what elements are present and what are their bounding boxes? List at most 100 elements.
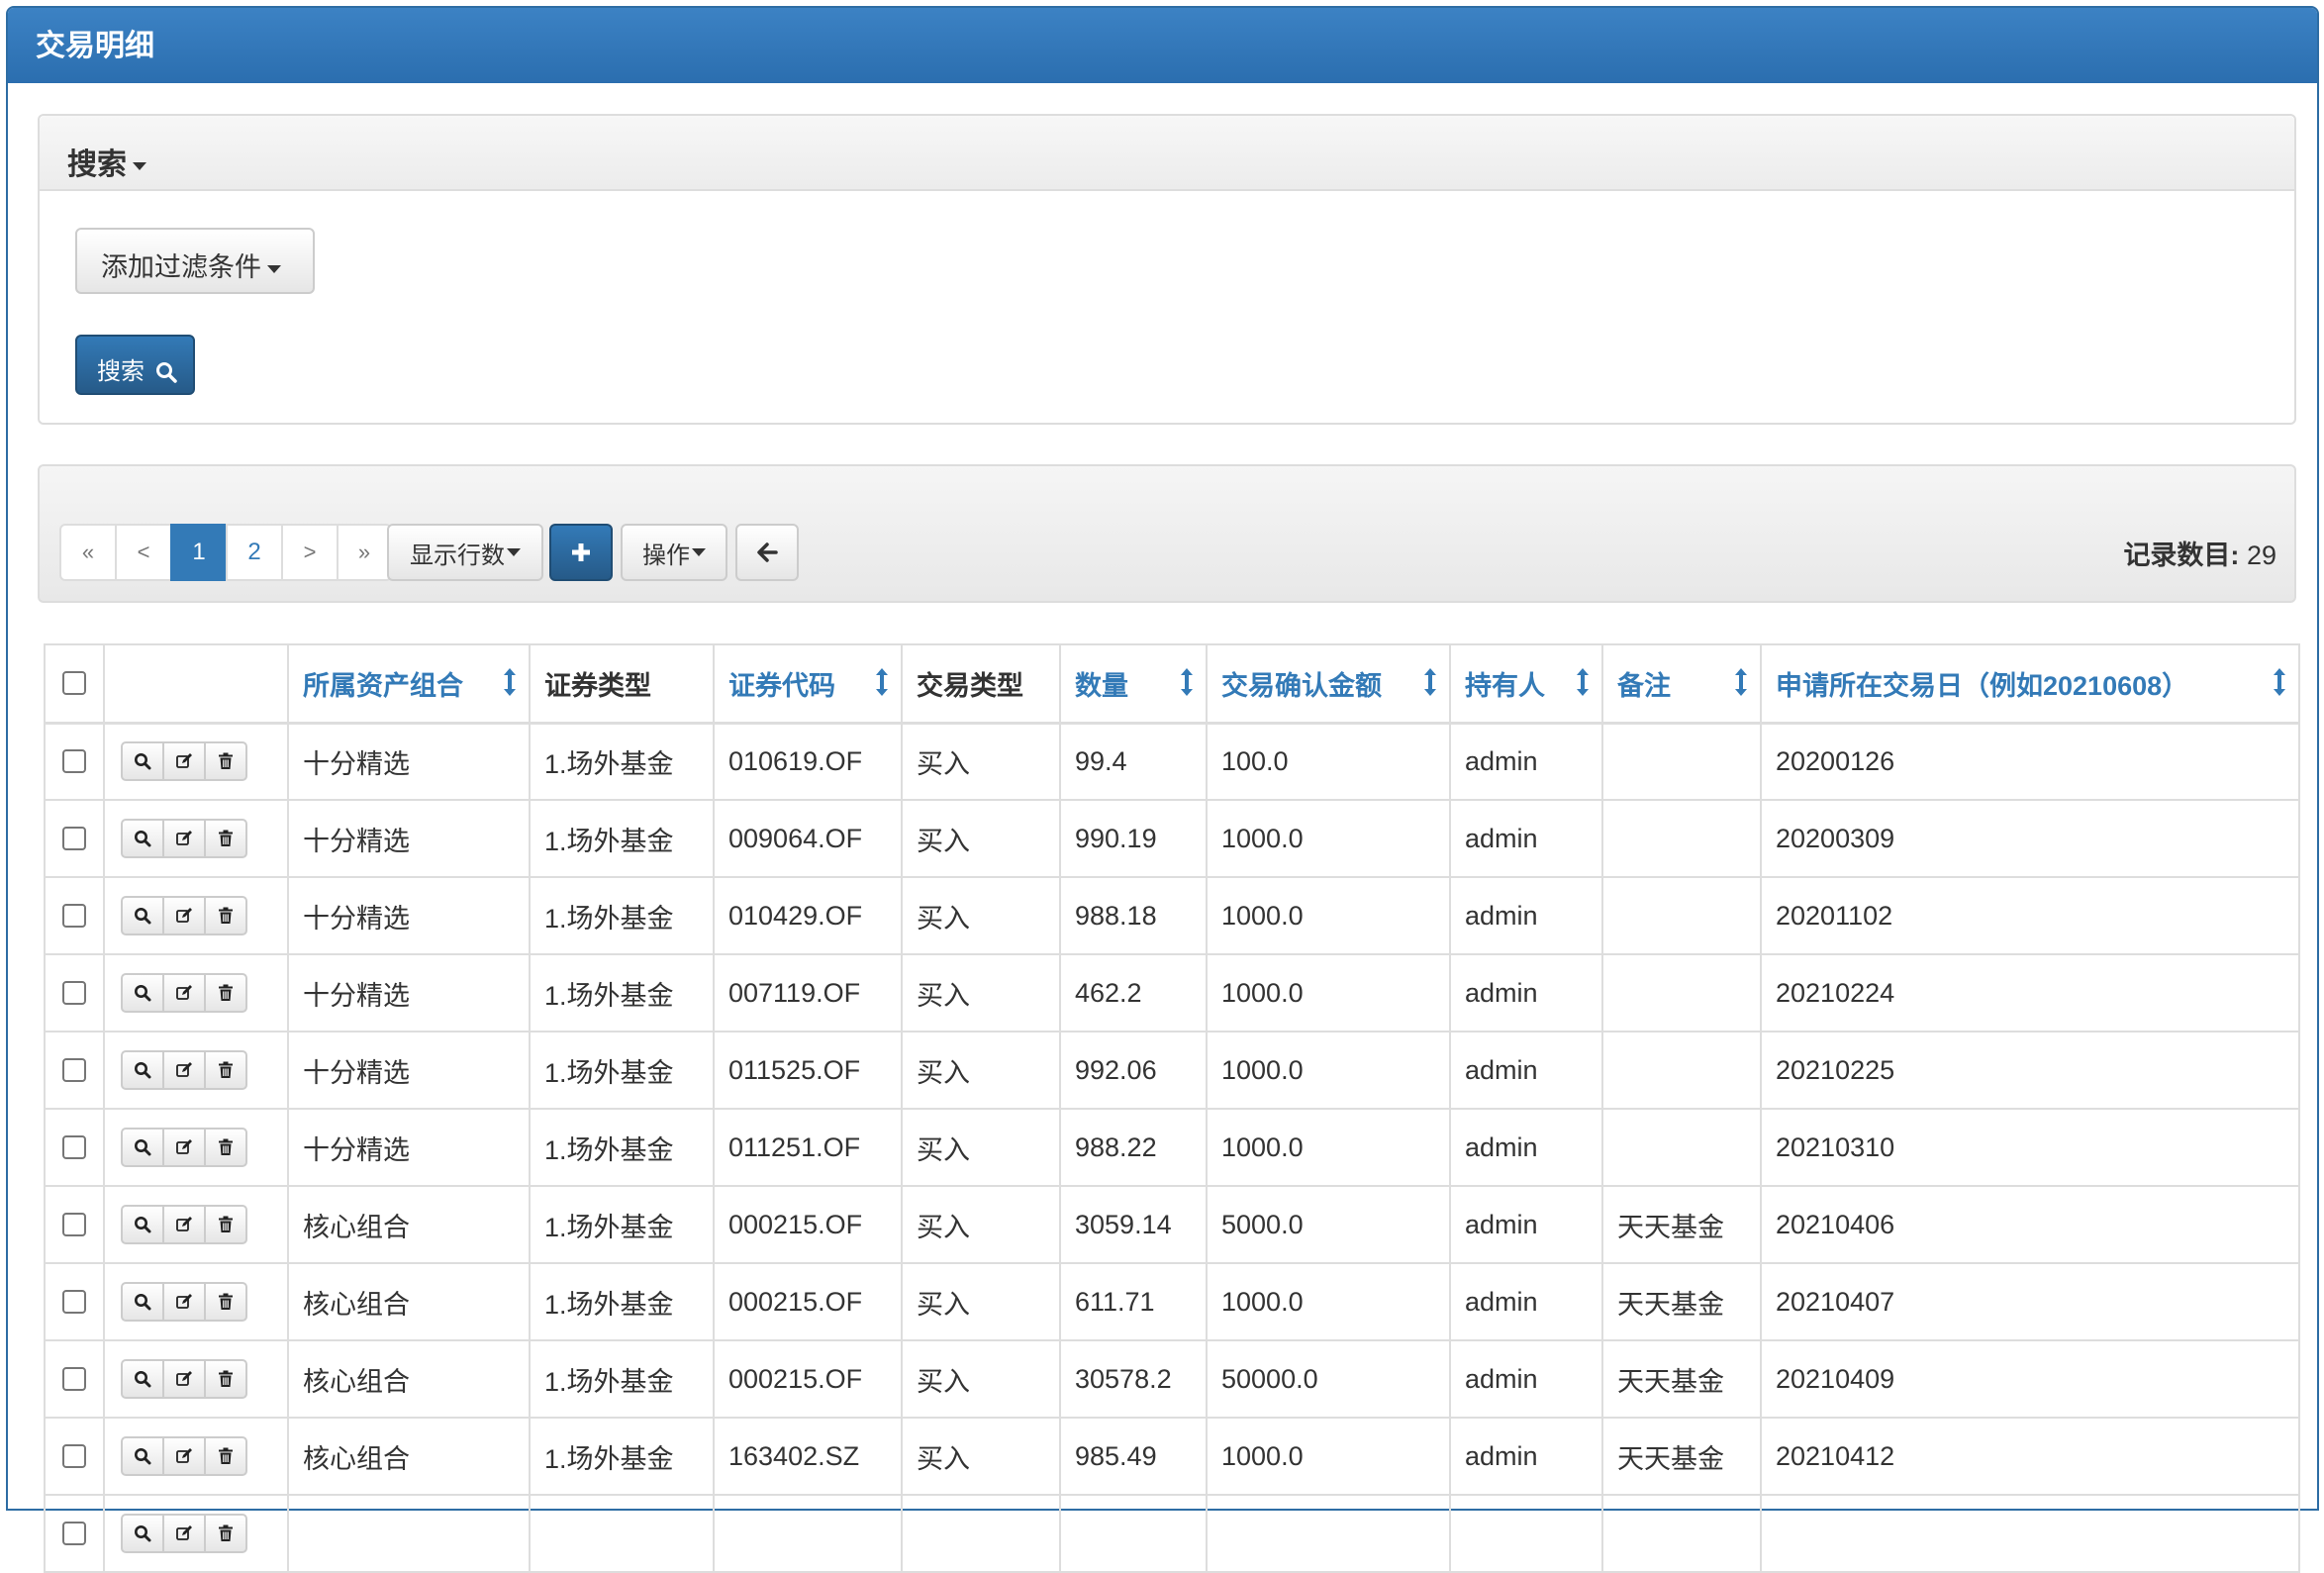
row-actions-cell <box>103 1494 289 1573</box>
select-all-checkbox-cell[interactable] <box>44 643 105 725</box>
search-button[interactable]: 搜索 <box>75 335 195 395</box>
view-button[interactable] <box>121 1514 164 1553</box>
sort-icon[interactable] <box>1180 667 1194 697</box>
page-1-button[interactable]: 1 <box>170 524 228 581</box>
view-button[interactable] <box>121 1436 164 1476</box>
search-toggle[interactable]: 搜索 <box>40 116 2294 191</box>
plus-icon <box>572 543 590 561</box>
row-checkbox-cell[interactable] <box>44 1417 105 1496</box>
row-checkbox-cell[interactable] <box>44 1262 105 1341</box>
sort-icon[interactable] <box>1423 667 1437 697</box>
edit-button[interactable] <box>162 819 206 858</box>
sort-icon[interactable] <box>1734 667 1748 697</box>
delete-button[interactable] <box>204 1282 247 1322</box>
first-page-button[interactable]: « <box>59 524 117 581</box>
row-checkbox-cell[interactable] <box>44 1108 105 1187</box>
table-row: 十分精选 1.场外基金 007119.OF 买入 462.2 1000.0 admin 202… <box>44 953 2300 1032</box>
row-checkbox-cell[interactable] <box>44 1185 105 1264</box>
view-button[interactable] <box>121 1205 164 1244</box>
cell-trade-type: 买入 <box>901 876 1061 955</box>
cell-note <box>1601 1031 1762 1110</box>
next-page-button[interactable]: > <box>281 524 339 581</box>
row-checkbox[interactable] <box>62 827 86 850</box>
cell-code: 000215.OF <box>713 1339 903 1419</box>
edit-button[interactable] <box>162 973 206 1013</box>
row-checkbox-cell[interactable] <box>44 1339 105 1419</box>
view-button[interactable] <box>121 819 164 858</box>
cell-portfolio: 十分精选 <box>287 799 531 878</box>
row-checkbox-cell[interactable] <box>44 1494 105 1573</box>
caret-down-icon <box>507 548 521 556</box>
row-checkbox[interactable] <box>62 1367 86 1391</box>
row-checkbox-cell[interactable] <box>44 1031 105 1110</box>
edit-button[interactable] <box>162 1436 206 1476</box>
delete-button[interactable] <box>204 741 247 782</box>
view-button[interactable] <box>121 896 164 935</box>
delete-button[interactable] <box>204 1128 247 1167</box>
select-all-checkbox[interactable] <box>62 671 86 696</box>
row-checkbox-cell[interactable] <box>44 799 105 878</box>
column-header-0[interactable]: 所属资产组合 <box>287 643 531 725</box>
delete-button[interactable] <box>204 1359 247 1399</box>
delete-button[interactable] <box>204 1514 247 1553</box>
row-checkbox[interactable] <box>62 904 86 928</box>
cell-portfolio <box>287 1494 531 1573</box>
delete-button[interactable] <box>204 1205 247 1244</box>
column-header-4[interactable]: 数量 <box>1059 643 1208 725</box>
row-checkbox[interactable] <box>62 981 86 1005</box>
rows-per-page-button[interactable]: 显示行数 <box>387 524 543 581</box>
row-checkbox-cell[interactable] <box>44 953 105 1032</box>
row-checkbox-cell[interactable] <box>44 876 105 955</box>
sort-icon[interactable] <box>875 667 889 697</box>
view-button[interactable] <box>121 1050 164 1090</box>
column-header-5[interactable]: 交易确认金额 <box>1206 643 1451 725</box>
row-checkbox[interactable] <box>62 1522 86 1545</box>
row-checkbox[interactable] <box>62 749 86 774</box>
actions-dropdown[interactable]: 操作 <box>621 524 727 581</box>
row-checkbox[interactable] <box>62 1135 86 1159</box>
row-checkbox[interactable] <box>62 1444 86 1468</box>
cell-holder: admin <box>1449 799 1603 878</box>
edit-button[interactable] <box>162 741 206 782</box>
view-button[interactable] <box>121 973 164 1013</box>
column-header-6[interactable]: 持有人 <box>1449 643 1603 725</box>
cell-sec-type: 1.场外基金 <box>529 1262 715 1341</box>
sort-icon[interactable] <box>503 667 517 697</box>
prev-page-button[interactable]: < <box>115 524 172 581</box>
row-checkbox[interactable] <box>62 1058 86 1082</box>
delete-button[interactable] <box>204 973 247 1013</box>
row-checkbox[interactable] <box>62 1213 86 1236</box>
delete-button[interactable] <box>204 896 247 935</box>
view-button[interactable] <box>121 1359 164 1399</box>
record-count-label: 记录数目: <box>2123 541 2240 570</box>
row-checkbox-cell[interactable] <box>44 722 105 801</box>
edit-button[interactable] <box>162 1128 206 1167</box>
page-2-button[interactable]: 2 <box>226 524 283 581</box>
edit-button[interactable] <box>162 1205 206 1244</box>
table-row: 十分精选 1.场外基金 011251.OF 买入 988.22 1000.0 admin 20… <box>44 1108 2300 1187</box>
cell-portfolio: 十分精选 <box>287 953 531 1032</box>
add-filter-button[interactable]: 添加过滤条件 <box>75 228 315 294</box>
column-header-2[interactable]: 证券代码 <box>713 643 903 725</box>
delete-button[interactable] <box>204 1050 247 1090</box>
sort-icon[interactable] <box>2273 667 2286 697</box>
cell-holder: admin <box>1449 1417 1603 1496</box>
add-record-button[interactable] <box>549 524 613 581</box>
delete-button[interactable] <box>204 1436 247 1476</box>
view-button[interactable] <box>121 1128 164 1167</box>
row-actions-cell <box>103 1185 289 1264</box>
last-page-button[interactable]: » <box>337 524 392 581</box>
sort-icon[interactable] <box>1576 667 1590 697</box>
delete-button[interactable] <box>204 819 247 858</box>
view-button[interactable] <box>121 1282 164 1322</box>
row-checkbox[interactable] <box>62 1290 86 1314</box>
edit-button[interactable] <box>162 1282 206 1322</box>
column-header-7[interactable]: 备注 <box>1601 643 1762 725</box>
edit-button[interactable] <box>162 1359 206 1399</box>
edit-button[interactable] <box>162 1050 206 1090</box>
edit-button[interactable] <box>162 1514 206 1553</box>
view-button[interactable] <box>121 741 164 782</box>
column-header-8[interactable]: 申请所在交易日（例如20210608） <box>1760 643 2300 725</box>
back-button[interactable] <box>735 524 799 581</box>
edit-button[interactable] <box>162 896 206 935</box>
